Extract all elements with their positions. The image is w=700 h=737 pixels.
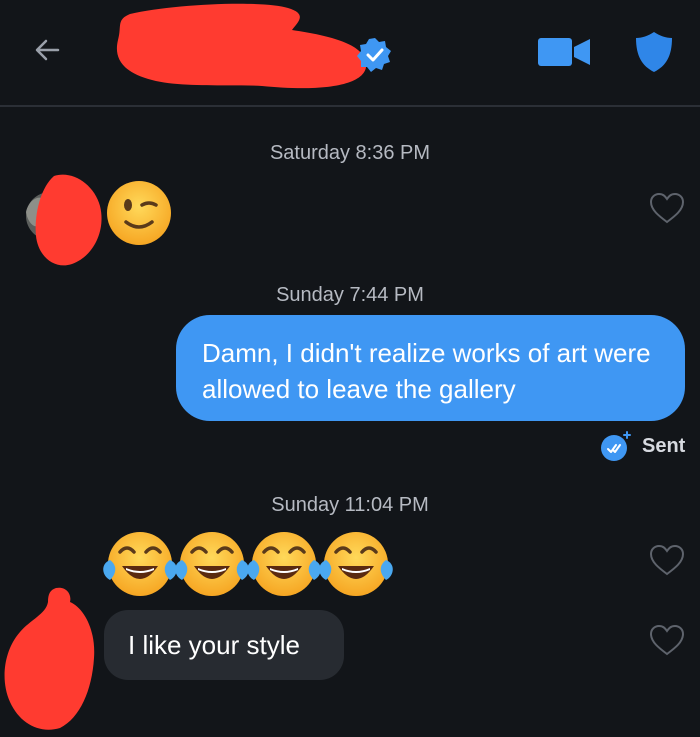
back-arrow-icon[interactable] <box>28 30 68 70</box>
tears-of-joy-emoji <box>101 530 179 598</box>
double-check-icon <box>601 431 631 461</box>
tears-of-joy-emoji <box>317 530 395 598</box>
outgoing-message-bubble[interactable]: Damn, I didn't realize works of art were… <box>176 315 685 421</box>
like-heart-icon[interactable] <box>649 544 685 576</box>
like-heart-icon[interactable] <box>649 624 685 656</box>
tears-of-joy-emoji <box>245 530 323 598</box>
video-call-icon[interactable] <box>536 34 592 70</box>
incoming-message-bubble[interactable]: I like your style <box>104 610 344 680</box>
timestamp-2: Sunday 7:44 PM <box>276 284 424 306</box>
like-heart-icon[interactable] <box>649 192 685 224</box>
tears-of-joy-emoji-row <box>101 530 395 598</box>
contact-name-redaction <box>116 3 367 89</box>
contact-avatar-redacted[interactable] <box>0 584 100 734</box>
winking-face-emoji <box>107 181 171 245</box>
message-status: Sent <box>600 430 685 462</box>
chat-screen: Saturday 8:36 PM Sunday 7:44 PM Damn, I … <box>0 0 700 737</box>
timestamp-1: Saturday 8:36 PM <box>269 142 431 164</box>
verified-badge-icon <box>357 38 391 72</box>
chat-header <box>0 0 700 107</box>
timestamp-3: Sunday 11:04 PM <box>271 494 429 516</box>
tears-of-joy-emoji <box>173 530 251 598</box>
sent-status-label: Sent <box>642 434 686 457</box>
contact-avatar-redacted[interactable] <box>14 172 104 268</box>
safety-shield-icon[interactable] <box>634 30 674 74</box>
